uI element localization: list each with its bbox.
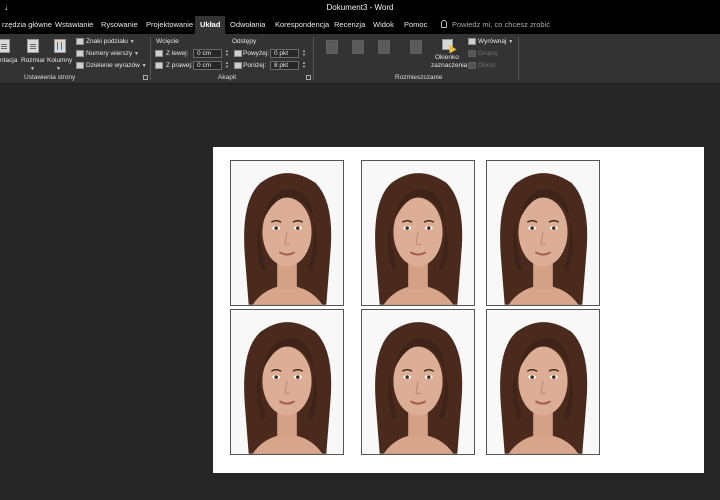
indent-left-label: Z lewej: xyxy=(166,50,189,57)
indent-left-icon xyxy=(155,50,163,57)
lightbulb-icon xyxy=(441,20,447,28)
size-button[interactable]: Rozmiar xyxy=(21,57,45,64)
paragraph-launcher-icon[interactable] xyxy=(306,75,311,80)
align-button[interactable]: Wyrównaj ▼ xyxy=(478,38,513,45)
ribbon: ntacja Rozmiar ▼ Kolumny ▼ Znaki podział… xyxy=(0,34,720,84)
indent-right-spinner[interactable]: ▲ ▼ xyxy=(225,61,229,69)
size-dropdown-icon: ▼ xyxy=(30,66,35,72)
bring-forward-icon xyxy=(378,40,390,54)
passport-photo[interactable] xyxy=(486,309,600,455)
selection-pane-line2[interactable]: zaznaczenia xyxy=(431,62,467,69)
spacing-before-icon xyxy=(234,50,242,57)
spacing-before-input[interactable]: 0 pkt xyxy=(270,49,299,58)
rotate-button: Obróć xyxy=(478,62,496,69)
passport-photo[interactable] xyxy=(361,309,475,455)
hyphenation-icon xyxy=(76,62,84,69)
group-objects-button: Grupuj xyxy=(478,50,498,57)
spacing-after-icon xyxy=(234,62,242,69)
breaks-label: Znaki podziału xyxy=(86,38,128,45)
tab-layout[interactable]: Układ xyxy=(195,16,226,34)
wrap-text-icon xyxy=(352,40,364,54)
spacing-after-input[interactable]: 8 pkt xyxy=(270,61,299,70)
indent-header: Wcięcie xyxy=(156,38,179,45)
breaks-button[interactable]: Znaki podziału ▼ xyxy=(86,38,135,45)
line-numbers-icon xyxy=(76,50,84,57)
tell-me-placeholder: Powiedz mi, co chcesz zrobić xyxy=(452,20,550,29)
orientation-button[interactable]: ntacja xyxy=(0,57,17,64)
spacing-after-spinner[interactable]: ▲ ▼ xyxy=(302,61,306,69)
line-numbers-label: Numery wierszy xyxy=(86,50,133,57)
tab-home[interactable]: rzędzia główne xyxy=(2,16,52,34)
passport-photo[interactable] xyxy=(230,160,344,306)
position-icon xyxy=(326,40,338,54)
tab-references[interactable]: Odwołania xyxy=(230,16,265,34)
passport-photo[interactable] xyxy=(486,160,600,306)
align-label: Wyrównaj xyxy=(478,38,507,45)
document-page[interactable] xyxy=(213,147,704,473)
tab-help[interactable]: Pomoc xyxy=(404,16,427,34)
tab-design[interactable]: Projektowanie xyxy=(146,16,193,34)
tab-insert[interactable]: Wstawianie xyxy=(55,16,93,34)
indent-right-icon xyxy=(155,62,163,69)
passport-photo[interactable] xyxy=(230,309,344,455)
selection-pane-line1[interactable]: Okienko xyxy=(435,54,459,61)
align-dropdown-icon: ▼ xyxy=(508,39,514,45)
group-divider xyxy=(518,37,519,80)
passport-photo[interactable] xyxy=(361,160,475,306)
tab-mailings[interactable]: Korespondencja xyxy=(275,16,329,34)
tab-review[interactable]: Recenzja xyxy=(334,16,365,34)
group-divider xyxy=(313,37,314,80)
hyphenation-dropdown-icon: ▼ xyxy=(141,63,147,69)
group-objects-icon xyxy=(468,50,476,57)
title-bar: ↓ Dokument3 - Word xyxy=(0,0,720,16)
spacing-after-label: Poniżej: xyxy=(243,62,267,69)
ribbon-tabs: rzędzia główne Wstawianie Rysowanie Proj… xyxy=(0,16,720,34)
orientation-icon[interactable] xyxy=(0,39,10,53)
align-icon xyxy=(468,38,476,45)
page-setup-launcher-icon[interactable] xyxy=(143,75,148,80)
spacing-header: Odstępy xyxy=(232,38,257,45)
indent-left-spinner[interactable]: ▲ ▼ xyxy=(225,49,229,57)
breaks-dropdown-icon: ▼ xyxy=(129,39,135,45)
page-setup-group-label: Ustawienia strony xyxy=(24,74,76,81)
tab-draw[interactable]: Rysowanie xyxy=(101,16,138,34)
hyphenation-label: Dzielenie wyrazów xyxy=(86,62,140,69)
rotate-icon xyxy=(468,62,476,69)
hyphenation-button[interactable]: Dzielenie wyrazów ▼ xyxy=(86,62,147,69)
indent-left-input[interactable]: 0 cm xyxy=(193,49,222,58)
paragraph-group-label: Akapit xyxy=(218,74,237,81)
window-title: Dokument3 - Word xyxy=(326,3,394,12)
selection-pane-icon[interactable] xyxy=(442,39,454,53)
line-numbers-button[interactable]: Numery wierszy ▼ xyxy=(86,50,139,57)
arrange-group-label: Rozmieszczanie xyxy=(395,74,443,81)
line-numbers-dropdown-icon: ▼ xyxy=(134,51,139,57)
spacing-before-spinner[interactable]: ▲ ▼ xyxy=(302,49,306,57)
columns-icon[interactable] xyxy=(54,39,66,53)
size-icon[interactable] xyxy=(27,39,39,53)
group-divider xyxy=(150,37,151,80)
tell-me-search[interactable]: Powiedz mi, co chcesz zrobić xyxy=(441,16,550,34)
indent-right-label: Z prawej: xyxy=(166,62,193,69)
columns-dropdown-icon: ▼ xyxy=(56,66,61,72)
send-backward-icon xyxy=(410,40,422,54)
spacing-before-label: Powyżej: xyxy=(243,50,270,57)
tab-view[interactable]: Widok xyxy=(373,16,394,34)
breaks-icon xyxy=(76,38,84,45)
columns-button[interactable]: Kolumny xyxy=(47,57,72,64)
indent-right-input[interactable]: 0 cm xyxy=(193,61,222,70)
